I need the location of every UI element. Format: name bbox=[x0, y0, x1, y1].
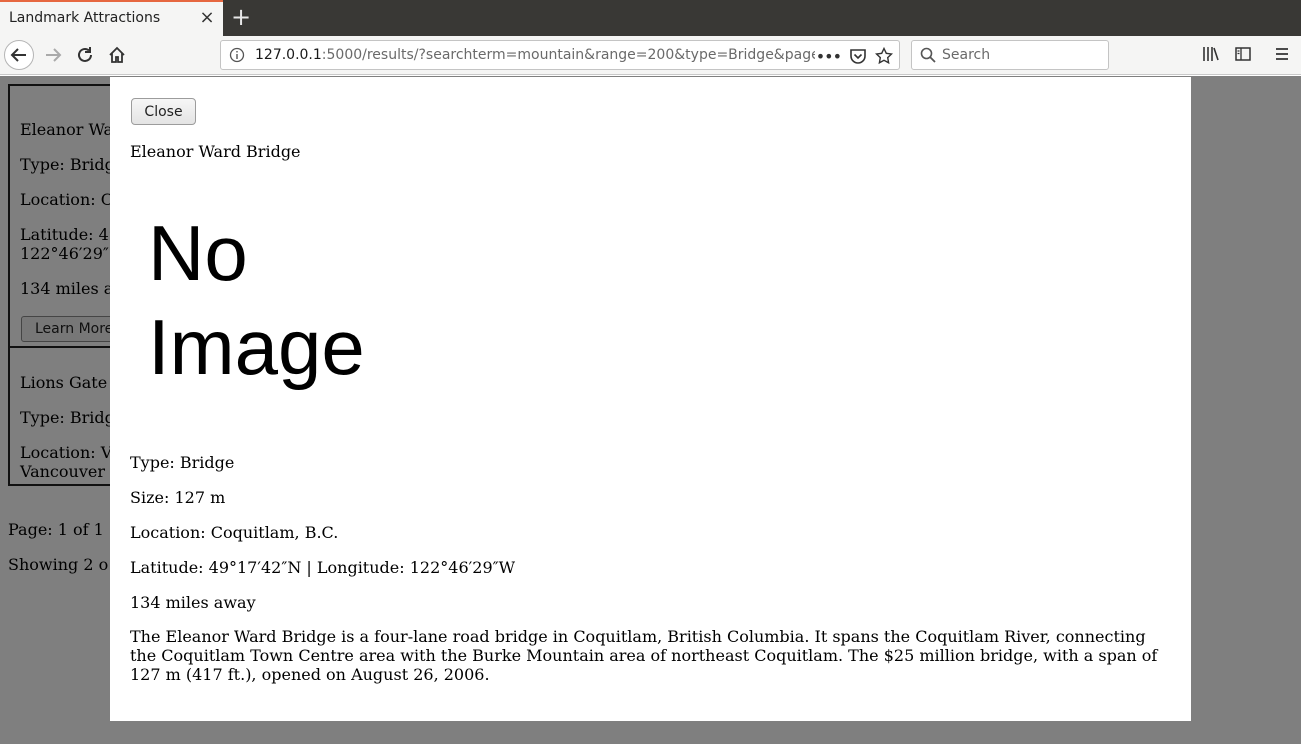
forward-button[interactable] bbox=[38, 40, 68, 70]
reload-icon bbox=[78, 47, 92, 62]
info-icon[interactable] bbox=[229, 47, 245, 63]
search-bar[interactable] bbox=[911, 40, 1109, 70]
arrow-left-icon bbox=[10, 48, 26, 62]
no-image-placeholder: No Image bbox=[130, 202, 390, 412]
landmark-coordinates: Latitude: 49°17′42″N | Longitude: 122°46… bbox=[130, 558, 516, 577]
back-button[interactable] bbox=[4, 40, 34, 70]
tab-bar: Landmark Attractions × + bbox=[0, 0, 1301, 36]
url-bar[interactable]: 127.0.0.1:5000/results/?searchterm=mount… bbox=[220, 40, 900, 70]
landmark-detail-modal: Close Eleanor Ward Bridge No Image Type:… bbox=[110, 77, 1191, 721]
library-icon[interactable] bbox=[1202, 45, 1220, 63]
pocket-icon[interactable] bbox=[849, 47, 867, 65]
url-host: 127.0.0.1 bbox=[255, 47, 322, 63]
sidebar-icon[interactable] bbox=[1234, 45, 1252, 63]
landmark-description: The Eleanor Ward Bridge is a four-lane r… bbox=[130, 627, 1158, 684]
landmark-type: Type: Bridge bbox=[130, 453, 235, 472]
page-actions-icon[interactable]: ••• bbox=[816, 47, 842, 66]
url-text[interactable]: 127.0.0.1:5000/results/?searchterm=mount… bbox=[255, 47, 815, 63]
menu-icon[interactable] bbox=[1273, 45, 1291, 63]
reload-button[interactable] bbox=[70, 40, 100, 70]
close-button[interactable]: Close bbox=[131, 98, 196, 125]
close-tab-icon[interactable]: × bbox=[198, 8, 216, 28]
landmark-size: Size: 127 m bbox=[130, 488, 226, 507]
modal-title: Eleanor Ward Bridge bbox=[130, 142, 301, 161]
navigation-bar: 127.0.0.1:5000/results/?searchterm=mount… bbox=[0, 36, 1301, 75]
landmark-distance: 134 miles away bbox=[130, 593, 256, 612]
arrow-right-icon bbox=[46, 48, 62, 62]
search-icon bbox=[920, 47, 936, 63]
no-image-line2: Image bbox=[148, 303, 365, 391]
new-tab-icon[interactable]: + bbox=[229, 4, 253, 30]
tab-title: Landmark Attractions bbox=[9, 10, 161, 26]
url-path: :5000/results/?searchterm=mountain&range… bbox=[321, 47, 815, 63]
tab-landmark-attractions[interactable]: Landmark Attractions × bbox=[0, 0, 223, 36]
landmark-location: Location: Coquitlam, B.C. bbox=[130, 523, 339, 542]
no-image-line1: No bbox=[148, 209, 248, 297]
home-icon bbox=[109, 46, 125, 63]
url-actions: ••• bbox=[816, 45, 893, 67]
home-button[interactable] bbox=[102, 40, 132, 70]
search-input[interactable] bbox=[942, 45, 1102, 65]
bookmark-star-icon[interactable] bbox=[875, 47, 893, 65]
